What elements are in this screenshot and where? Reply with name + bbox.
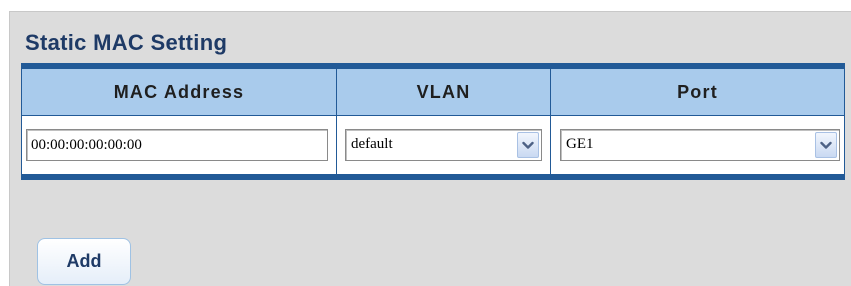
column-header-mac-address: MAC Address xyxy=(22,69,337,117)
page-title: Static MAC Setting xyxy=(25,30,228,55)
column-header-port: Port xyxy=(550,69,844,117)
column-header-vlan: VLAN xyxy=(336,69,551,117)
content-panel: Static MAC Setting MAC Address VLAN Port… xyxy=(9,11,851,286)
table-header-row: MAC Address VLAN Port xyxy=(22,69,844,117)
chevron-down-icon xyxy=(820,141,832,149)
table-row: default GE1 xyxy=(22,115,844,174)
mac-address-input[interactable] xyxy=(26,129,328,162)
vlan-dropdown-button[interactable] xyxy=(517,132,539,159)
chevron-down-icon xyxy=(522,141,534,149)
port-dropdown-button[interactable] xyxy=(815,132,837,159)
vlan-cell: default xyxy=(336,115,551,174)
port-cell: GE1 xyxy=(550,115,844,174)
vlan-select-value: default xyxy=(351,136,393,153)
port-select[interactable]: GE1 xyxy=(560,129,840,162)
add-button[interactable]: Add xyxy=(37,238,131,285)
static-mac-table-grid: MAC Address VLAN Port default xyxy=(22,69,844,174)
static-mac-table: MAC Address VLAN Port default xyxy=(21,63,845,180)
mac-address-cell xyxy=(22,115,337,174)
vlan-select[interactable]: default xyxy=(345,129,542,162)
port-select-value: GE1 xyxy=(566,136,594,153)
